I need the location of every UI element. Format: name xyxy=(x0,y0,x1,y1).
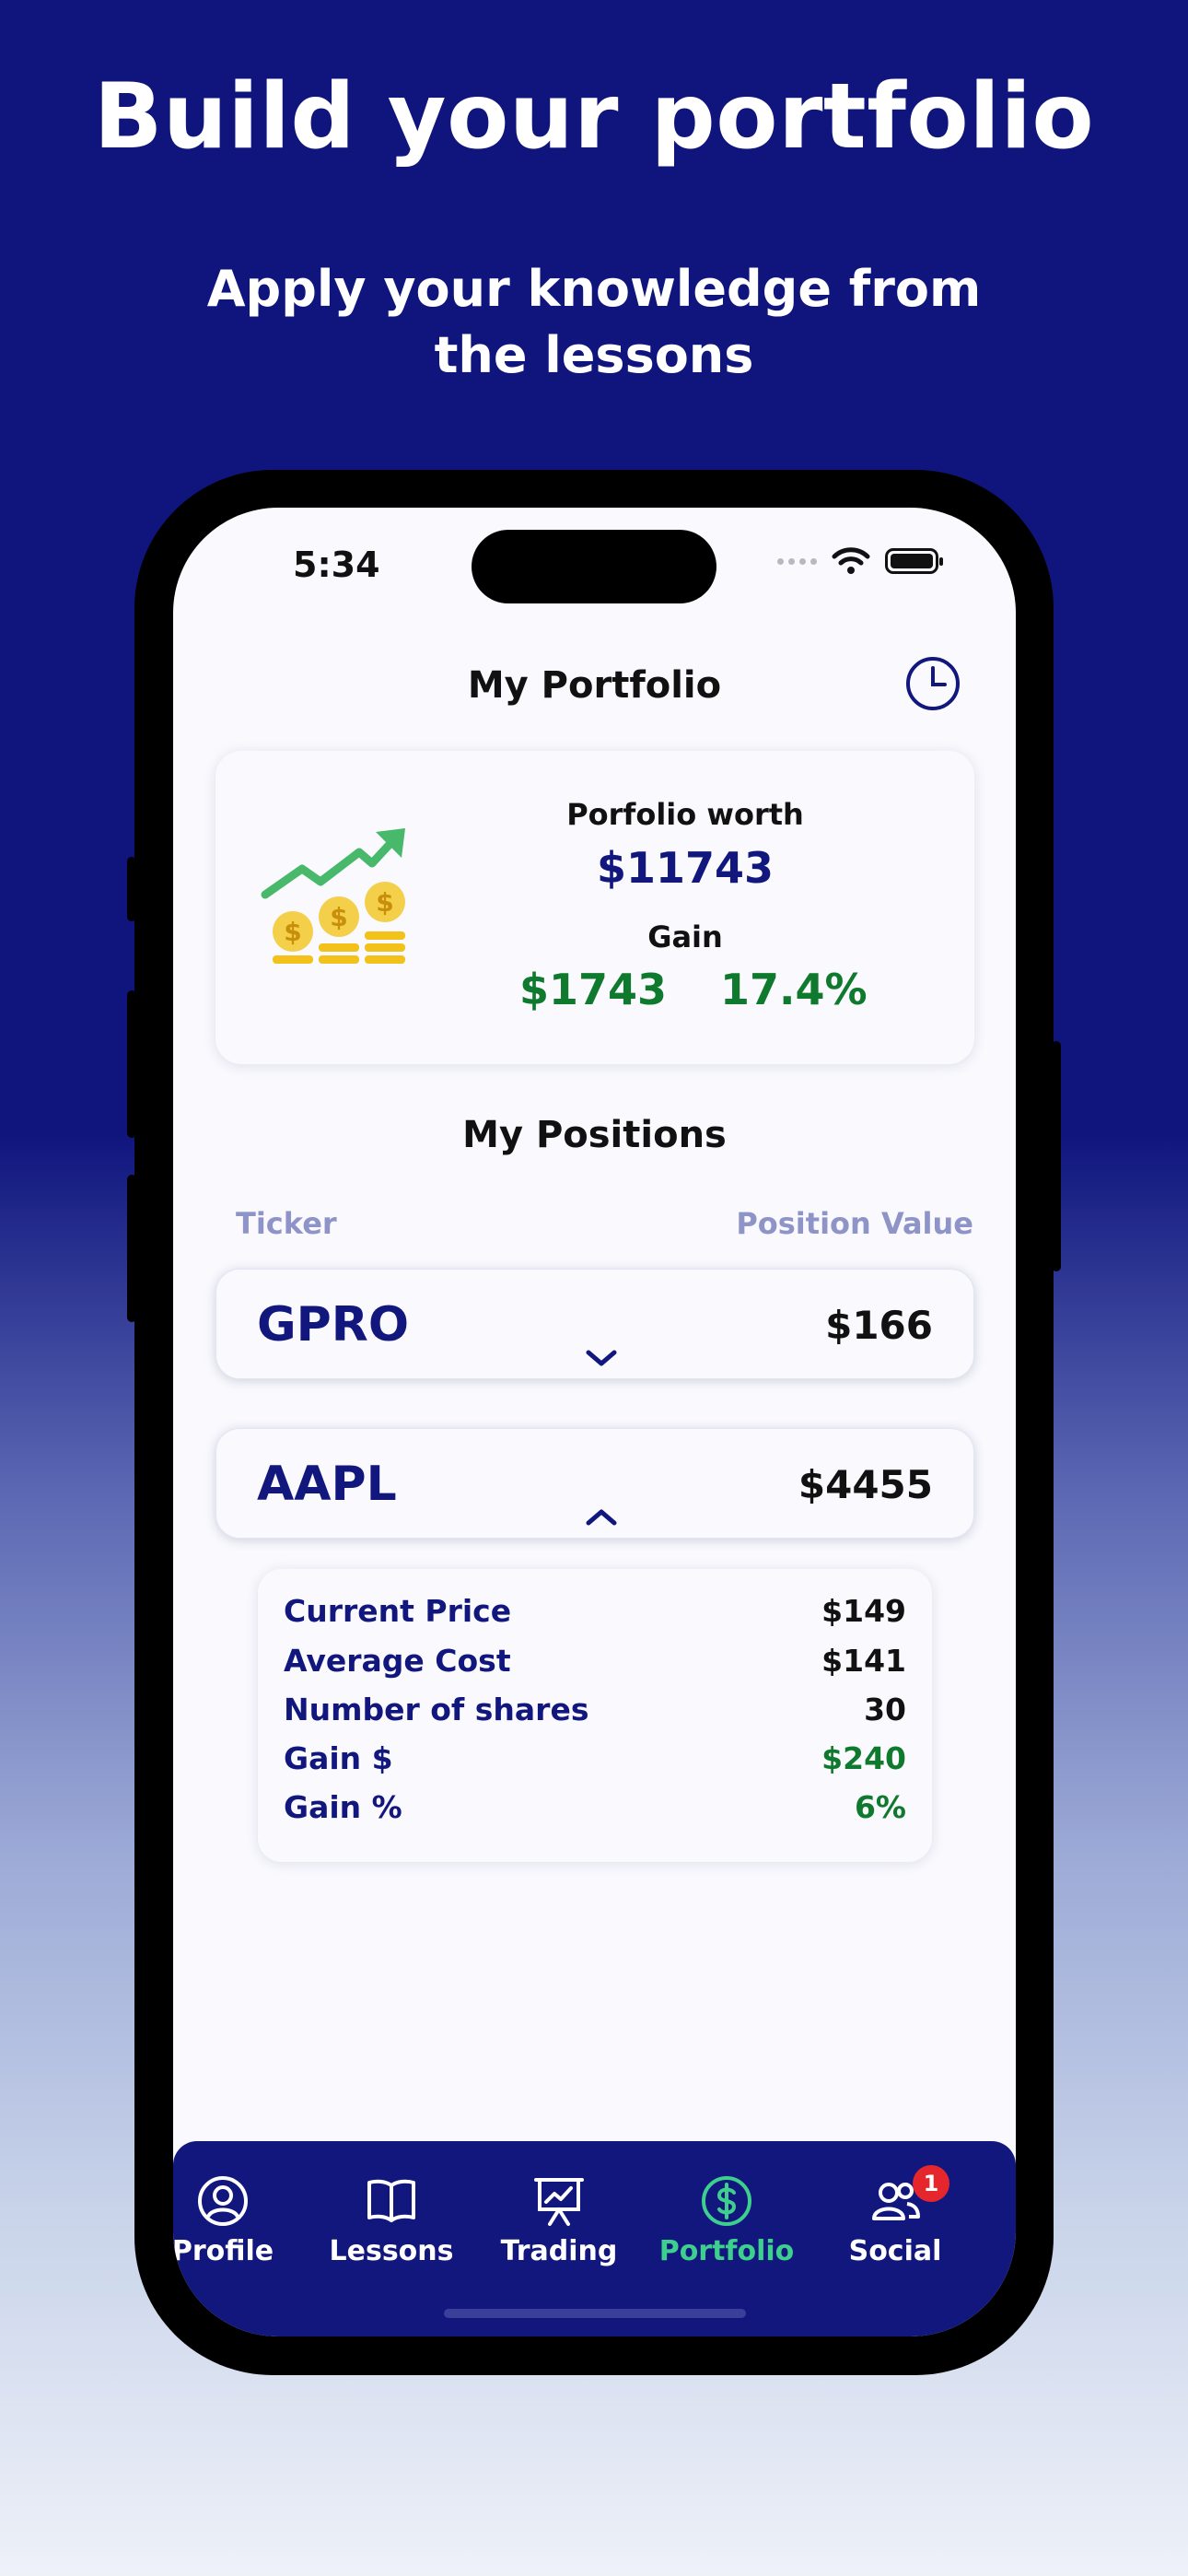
position-details-card: Current Price $149 Average Cost $141 Num… xyxy=(258,1569,932,1862)
detail-row-gain-dollar: Gain $ $240 xyxy=(284,1740,906,1788)
promo-subheadline: Apply your knowledge from the lessons xyxy=(206,260,982,384)
portfolio-worth-label: Porfolio worth xyxy=(566,797,804,832)
promo-headline: Build your portfolio xyxy=(93,64,1095,170)
detail-row-average-cost: Average Cost $141 xyxy=(284,1643,906,1691)
detail-label: Gain $ xyxy=(284,1740,393,1776)
portfolio-summary-card: $ $ $ Porfolio worth $11743 Gain $1743 1… xyxy=(215,751,974,1064)
detail-value: 30 xyxy=(864,1692,906,1727)
book-icon xyxy=(367,2179,415,2222)
position-ticker: GPRO xyxy=(257,1297,410,1352)
user-circle-icon xyxy=(198,2176,248,2226)
position-card-aapl[interactable]: AAPL $4455 xyxy=(215,1428,974,1539)
home-indicator xyxy=(444,2309,746,2318)
ticker-column-header: Ticker xyxy=(236,1206,337,1241)
phone-power-button xyxy=(1052,1041,1061,1271)
app-screen: 5:34 My Portfolio $ $ $ Porfolio worth $… xyxy=(173,508,1016,2336)
detail-row-gain-percent: Gain % 6% xyxy=(284,1789,906,1837)
status-icons xyxy=(777,546,943,576)
detail-label: Average Cost xyxy=(284,1643,511,1679)
chart-board-icon xyxy=(534,2178,584,2226)
svg-text:$: $ xyxy=(376,887,393,918)
phone-volume-down-button xyxy=(127,1175,136,1322)
dollar-circle-icon xyxy=(702,2176,751,2226)
chevron-up-icon[interactable] xyxy=(585,1506,618,1528)
notification-badge: 1 xyxy=(913,2165,949,2202)
gain-percent: 17.4% xyxy=(720,965,868,1014)
signal-icon xyxy=(777,557,817,565)
detail-value: $141 xyxy=(821,1643,906,1679)
position-value: $4455 xyxy=(798,1462,933,1507)
wifi-icon xyxy=(832,547,870,574)
detail-value: $240 xyxy=(821,1740,906,1776)
coins-growth-icon: $ $ $ xyxy=(261,828,405,964)
detail-row-current-price: Current Price $149 xyxy=(284,1593,906,1641)
detail-value: $149 xyxy=(821,1593,906,1629)
tab-lessons[interactable]: Lessons xyxy=(313,2174,470,2267)
tab-profile[interactable]: Profile xyxy=(173,2174,301,2267)
portfolio-worth-value: $11743 xyxy=(596,843,775,893)
detail-label: Current Price xyxy=(284,1593,512,1629)
tab-social[interactable]: Social 1 xyxy=(817,2165,973,2267)
clock-icon[interactable] xyxy=(904,655,961,712)
tab-label: Portfolio xyxy=(658,2235,795,2267)
tab-portfolio[interactable]: Portfolio xyxy=(648,2174,805,2267)
phone-volume-up-button xyxy=(127,990,136,1138)
dynamic-island xyxy=(472,530,716,603)
position-ticker: AAPL xyxy=(257,1457,397,1512)
detail-label: Gain % xyxy=(284,1789,402,1825)
status-time: 5:34 xyxy=(293,544,380,585)
detail-row-number-of-shares: Number of shares 30 xyxy=(284,1692,906,1739)
position-value: $166 xyxy=(825,1303,933,1348)
bottom-tab-bar: Profile Lessons Trading Portfolio Social… xyxy=(173,2141,1016,2336)
phone-side-button xyxy=(127,857,136,921)
tab-trading[interactable]: Trading xyxy=(481,2174,637,2267)
detail-label: Number of shares xyxy=(284,1692,589,1727)
gain-label: Gain xyxy=(647,919,723,954)
chevron-down-icon[interactable] xyxy=(585,1347,618,1369)
tab-label: Social xyxy=(848,2235,942,2267)
position-card-gpro[interactable]: GPRO $166 xyxy=(215,1269,974,1379)
page-title: My Portfolio xyxy=(467,664,722,707)
gain-amount: $1743 xyxy=(519,965,668,1014)
tab-label: Profile xyxy=(173,2235,274,2267)
tab-label: Lessons xyxy=(329,2235,454,2267)
battery-icon xyxy=(885,548,943,574)
positions-title: My Positions xyxy=(462,1114,727,1156)
svg-text:$: $ xyxy=(330,902,347,932)
tab-label: Trading xyxy=(500,2235,618,2267)
position-value-column-header: Position Value xyxy=(736,1206,973,1241)
svg-text:$: $ xyxy=(284,917,301,947)
detail-value: 6% xyxy=(854,1789,906,1825)
